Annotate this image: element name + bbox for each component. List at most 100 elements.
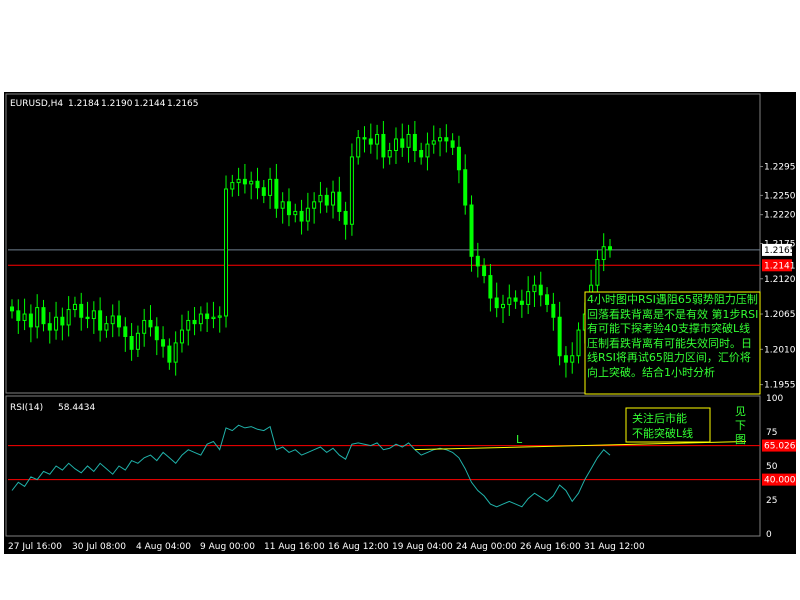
x-tick-label: 27 Jul 16:00 (8, 542, 62, 552)
candle (268, 167, 273, 209)
candle (142, 308, 147, 347)
candle (570, 342, 575, 374)
candle (482, 258, 487, 284)
candle (98, 297, 103, 342)
candle-body (438, 137, 443, 142)
candle (85, 301, 90, 329)
candle-body (545, 294, 550, 305)
candle (148, 305, 153, 337)
candle (35, 294, 40, 339)
candle (91, 301, 96, 334)
candle (438, 128, 443, 157)
x-tick-label: 16 Aug 12:00 (328, 542, 389, 552)
candle-body (205, 313, 210, 320)
candle (337, 176, 342, 222)
candle-body (79, 303, 84, 318)
candle-body (318, 194, 323, 203)
candle (54, 301, 59, 340)
candle (60, 307, 65, 341)
candle-body (211, 316, 216, 320)
x-tick-label: 26 Aug 16:00 (520, 542, 581, 552)
chart-area: 1.2165 1.2141 1.2295 1.2250 1.2220 1.2175 1.21… (4, 92, 800, 554)
candle (72, 296, 77, 318)
ohlc-open: 1.2184 (68, 99, 100, 109)
candle (22, 298, 27, 331)
candle-body (349, 156, 354, 225)
candle (444, 124, 449, 153)
candle-body (299, 210, 304, 222)
candle-body (444, 137, 449, 142)
candle-body (186, 319, 191, 331)
candle-body (494, 297, 499, 309)
candle (224, 175, 229, 328)
candle-body (368, 138, 373, 145)
candle-body (456, 146, 461, 171)
candle (519, 289, 524, 318)
candle-body (601, 246, 606, 261)
candle-body (532, 284, 537, 293)
candle-body (249, 180, 254, 185)
rsi-value: 58.4434 (58, 403, 95, 413)
candle (274, 163, 279, 218)
candle (305, 192, 310, 231)
candle (16, 299, 21, 334)
candle (28, 304, 33, 343)
candle-body (463, 169, 468, 206)
candle (494, 282, 499, 318)
candle-body (519, 300, 524, 305)
candle (318, 181, 323, 214)
candle (79, 292, 84, 331)
candle (324, 187, 329, 213)
candle (66, 296, 71, 337)
candle (123, 317, 128, 352)
candle-body (261, 187, 266, 196)
ohlc-high: 1.2190 (101, 99, 133, 109)
candle (167, 338, 172, 370)
candle (41, 299, 46, 332)
rsi-level-label: 65.0265 (764, 442, 796, 452)
candle-body (305, 207, 310, 222)
candle (299, 199, 304, 235)
x-tick-label: 31 Aug 12:00 (584, 542, 645, 552)
candle-body (412, 133, 417, 152)
candle (381, 121, 386, 169)
candle (393, 127, 398, 164)
candle-body (217, 315, 222, 318)
candle-body (167, 345, 172, 363)
candle-body (393, 138, 398, 152)
candle (186, 310, 191, 346)
candle-body (387, 150, 392, 158)
ohlc-low: 1.2144 (134, 99, 166, 109)
candle-body (570, 355, 575, 363)
candle (400, 123, 405, 157)
candle (205, 302, 210, 332)
candle-body (47, 323, 52, 331)
candle-body (400, 138, 405, 148)
rsi-title: RSI(14) (10, 403, 43, 413)
candle-body (16, 310, 21, 321)
candle-body (500, 303, 505, 309)
candle-body (66, 309, 71, 326)
candle-body (236, 178, 241, 184)
candle (375, 124, 380, 160)
side-note-2: 下 (735, 419, 746, 432)
candle-body (255, 180, 260, 189)
candle (110, 304, 115, 338)
candle-body (192, 319, 197, 325)
candle-body (154, 326, 159, 341)
price-title: EURUSD,H4 (10, 99, 63, 109)
candle-body (331, 191, 336, 206)
x-tick-label: 30 Jul 08:00 (72, 542, 126, 552)
candle (425, 132, 430, 171)
candle-body (513, 297, 518, 302)
candle (161, 326, 166, 358)
x-tick-label: 24 Aug 00:00 (456, 542, 517, 552)
candle-body (28, 313, 33, 328)
candle-body (161, 339, 166, 347)
candle (236, 167, 241, 197)
candle (526, 276, 531, 315)
candle-body (41, 307, 46, 325)
candle-body (142, 319, 147, 334)
candle (545, 287, 550, 313)
price-tick-label: 1.2010 (764, 345, 796, 355)
